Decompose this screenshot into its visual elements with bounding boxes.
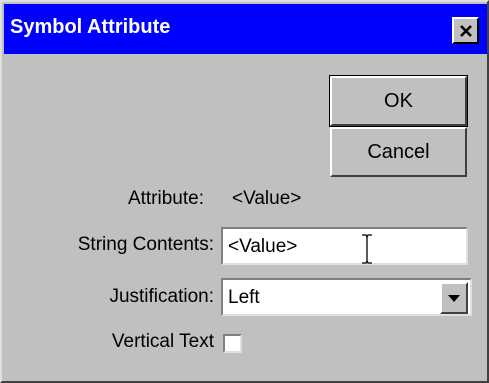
vertical-text-checkbox[interactable]	[223, 334, 242, 353]
cancel-button[interactable]: Cancel	[330, 127, 467, 177]
justification-dropdown-button[interactable]	[440, 282, 468, 314]
justification-select[interactable]: Left	[221, 278, 472, 316]
chevron-down-icon	[448, 294, 460, 302]
ok-button-label: OK	[384, 89, 413, 112]
justification-label: Justification:	[109, 286, 214, 307]
string-contents-input[interactable]: <Value>	[221, 227, 468, 265]
text-cursor-icon	[362, 234, 372, 264]
vertical-text-label: Vertical Text	[111, 331, 214, 352]
attribute-value: <Value>	[232, 188, 302, 209]
attribute-label: Attribute:	[127, 188, 204, 209]
symbol-attribute-dialog: Symbol Attribute OK Cancel Attribute: <V…	[0, 0, 489, 383]
title-bar: Symbol Attribute	[4, 4, 487, 54]
cancel-button-label: Cancel	[367, 140, 430, 163]
dialog-title: Symbol Attribute	[10, 16, 171, 38]
string-contents-value: <Value>	[228, 236, 298, 257]
string-contents-label: String Contents:	[77, 234, 214, 255]
justification-value: Left	[228, 287, 260, 308]
close-icon	[459, 24, 472, 37]
ok-button[interactable]: OK	[329, 75, 468, 127]
close-button[interactable]	[452, 17, 479, 44]
